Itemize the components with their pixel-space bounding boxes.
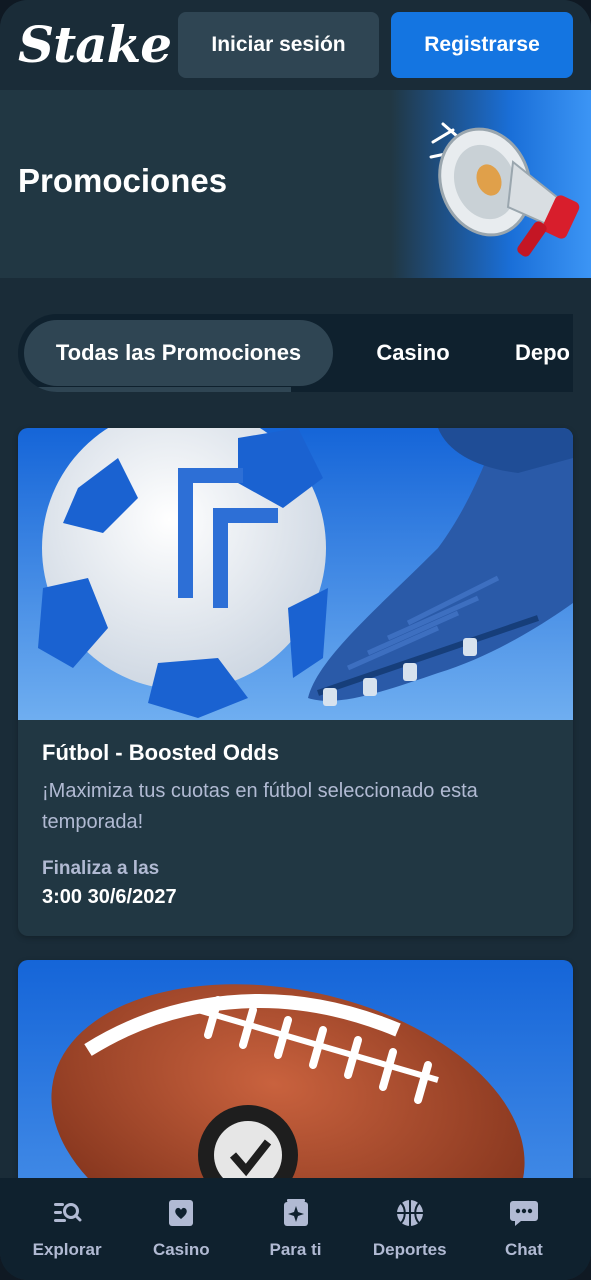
nav-label: Para ti xyxy=(269,1240,322,1259)
tabs-scrollbar[interactable] xyxy=(18,387,291,392)
top-header: Stake Iniciar sesión Registrarse xyxy=(0,0,591,90)
promotion-tabs: Todas las Promociones Casino Depo xyxy=(18,314,573,392)
app-root: Stake Iniciar sesión Registrarse Promoci… xyxy=(0,0,591,1280)
nav-item-explore[interactable]: Explorar xyxy=(10,1178,124,1280)
promotion-card[interactable]: Fútbol - Boosted Odds ¡Maximiza tus cuot… xyxy=(18,428,573,936)
nav-label: Deportes xyxy=(372,1240,447,1259)
login-button[interactable]: Iniciar sesión xyxy=(178,12,379,78)
nav-item-casino[interactable]: Casino xyxy=(124,1178,238,1280)
register-button[interactable]: Registrarse xyxy=(391,12,573,78)
promotion-card-body: Fútbol - Boosted Odds ¡Maximiza tus cuot… xyxy=(42,740,552,909)
tab-sports[interactable]: Depo xyxy=(515,320,573,386)
chat-icon xyxy=(509,1201,538,1226)
nav-item-chat[interactable]: Chat xyxy=(467,1178,581,1280)
nav-label: Explorar xyxy=(32,1240,102,1259)
basketball-icon xyxy=(396,1200,423,1226)
nav-label: Chat xyxy=(505,1240,543,1259)
stake-logo[interactable]: Stake xyxy=(18,20,172,70)
nav-item-for-you[interactable]: Para ti xyxy=(238,1178,352,1280)
bottom-navigation: Explorar Casino Para ti Deportes Chat xyxy=(0,1178,591,1280)
nav-item-sports[interactable]: Deportes xyxy=(353,1178,467,1280)
sparkle-card-icon xyxy=(283,1199,308,1226)
promotions-hero: Promociones xyxy=(0,90,591,278)
megaphone-icon xyxy=(429,122,580,257)
search-list-icon xyxy=(54,1203,82,1222)
promotion-end-date: 3:00 30/6/2027 xyxy=(42,886,177,908)
tab-all-promotions[interactable]: Todas las Promociones xyxy=(24,320,333,386)
nav-label: Casino xyxy=(152,1240,210,1259)
page-title: Promociones xyxy=(18,162,228,199)
football-boosted-odds-image xyxy=(18,428,573,720)
promotion-description: ¡Maximiza tus cuotas en fútbol seleccion… xyxy=(42,780,478,833)
tab-casino[interactable]: Casino xyxy=(363,320,463,386)
card-heart-icon xyxy=(169,1200,194,1226)
promotion-title: Fútbol - Boosted Odds xyxy=(42,740,280,765)
promotion-end-label: Finaliza a las xyxy=(42,858,160,879)
